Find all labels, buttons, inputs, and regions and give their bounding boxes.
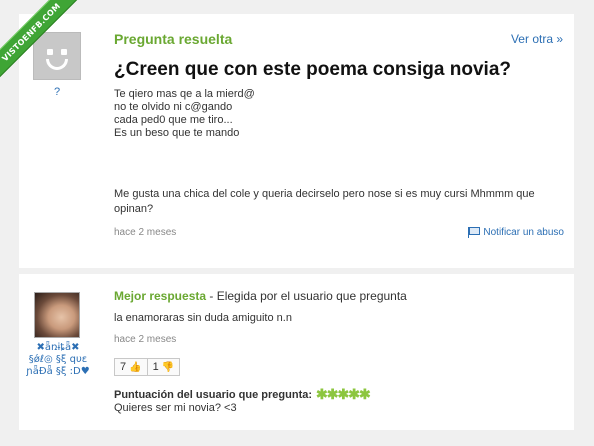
poem-line: no te olvido ni c@gando — [114, 101, 233, 113]
answer-text: la enamoraras sin duda amiguito n.n — [114, 312, 292, 324]
rating-label: Puntuación del usuario que pregunta: — [114, 388, 313, 401]
watermark-ribbon: VISTOENFB.COM — [0, 0, 90, 90]
best-answer-title: Mejor respuesta — [114, 289, 207, 303]
report-abuse-link[interactable]: Notificar un abuso — [468, 227, 564, 238]
watermark-text: VISTOENFB.COM — [0, 0, 85, 86]
poem-line: Te qiero mas qe a la mierd@ — [114, 88, 255, 100]
question-details: Me gusta una chica del cole y queria dec… — [114, 188, 535, 215]
vote-buttons: 7 👍 1 👎 — [114, 358, 181, 376]
poem-line: Es un beso que te mando — [114, 127, 240, 139]
report-abuse-label: Notificar un abuso — [483, 227, 564, 238]
best-answer-subtitle: - Elegida por el usuario que pregunta — [206, 289, 407, 303]
question-title: ¿Creen que con este poema consiga novia? — [114, 59, 511, 80]
answerer-name[interactable]: ✖ǟռɨȶǟ✖ §ǿℓ◎ §ξ qυε ɲǟÐǟ §ξ :D♥ — [23, 342, 93, 378]
thumbs-down-icon: 👎 — [161, 361, 175, 373]
asker-rating: Puntuación del usuario que pregunta: ✱✱✱… — [114, 386, 371, 403]
question-timestamp: hace 2 meses — [114, 227, 177, 238]
question-card: ? Pregunta resuelta Ver otra » ¿Creen qu… — [19, 14, 574, 268]
best-answer-card: ✖ǟռɨȶǟ✖ §ǿℓ◎ §ξ qυε ɲǟÐǟ §ξ :D♥ Mejor re… — [19, 274, 574, 430]
rating-stars-icon: ✱✱✱✱✱ — [316, 386, 371, 402]
poem-line: cada ped0 que me tiro... — [114, 114, 233, 126]
thumbs-down-button[interactable]: 1 👎 — [147, 358, 181, 376]
best-answer-header: Mejor respuesta - Elegida por el usuario… — [114, 289, 407, 303]
answer-timestamp: hace 2 meses — [114, 334, 177, 345]
question-body: Te qiero mas qe a la mierd@ no te olvido… — [114, 88, 255, 140]
flag-icon — [468, 227, 481, 238]
thumbs-up-icon: 👍 — [129, 361, 142, 373]
thumbs-down-count: 1 — [152, 361, 159, 373]
rating-comment: Quieres ser mi novia? <3 — [114, 402, 237, 414]
thumbs-up-button[interactable]: 7 👍 — [114, 358, 148, 376]
thumbs-up-count: 7 — [120, 361, 127, 373]
question-status: Pregunta resuelta — [114, 31, 233, 47]
answerer-avatar[interactable] — [34, 292, 80, 338]
see-other-link[interactable]: Ver otra » — [511, 32, 563, 46]
